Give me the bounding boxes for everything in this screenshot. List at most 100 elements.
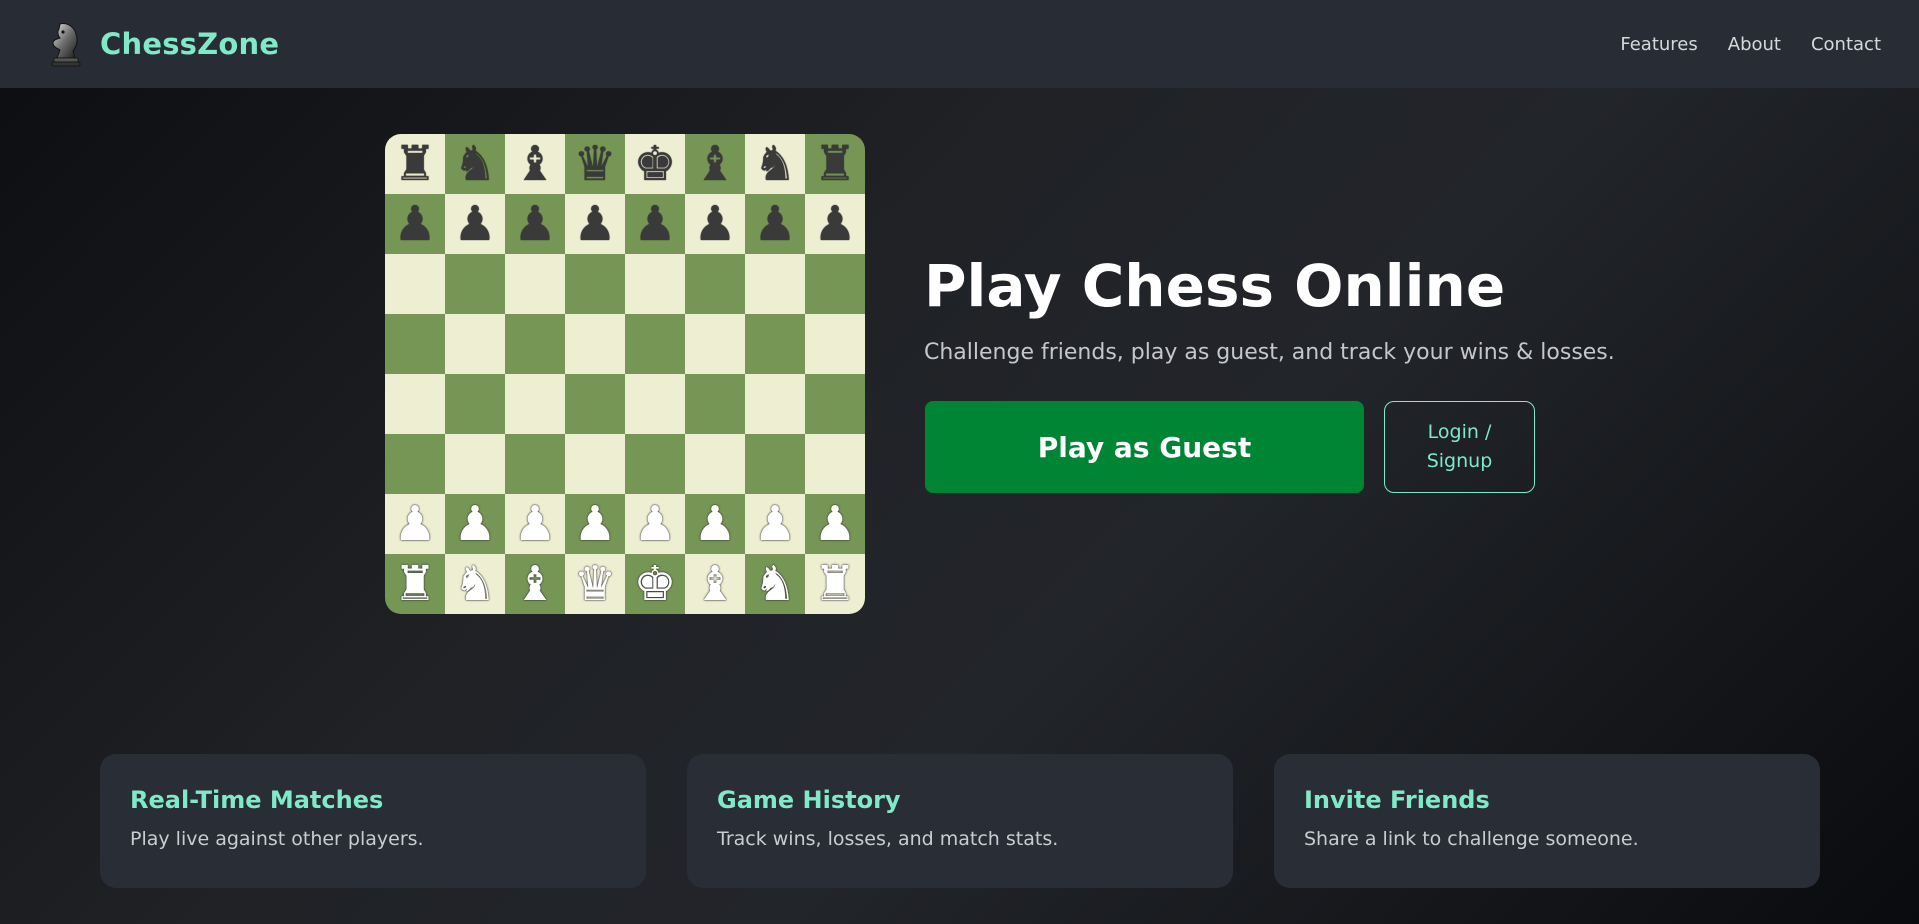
white-pawn-icon[interactable]: ♟	[753, 500, 796, 548]
board-square-a8[interactable]: ♜	[385, 134, 445, 194]
board-square-g3[interactable]	[745, 434, 805, 494]
brand[interactable]: ChessZone	[46, 19, 279, 69]
board-square-f1[interactable]: ♝	[685, 554, 745, 614]
board-square-d2[interactable]: ♟	[565, 494, 625, 554]
board-square-c3[interactable]	[505, 434, 565, 494]
board-square-a1[interactable]: ♜	[385, 554, 445, 614]
board-square-a6[interactable]	[385, 254, 445, 314]
board-square-h8[interactable]: ♜	[805, 134, 865, 194]
board-square-c6[interactable]	[505, 254, 565, 314]
board-square-d1[interactable]: ♛	[565, 554, 625, 614]
board-square-g1[interactable]: ♞	[745, 554, 805, 614]
board-square-b3[interactable]	[445, 434, 505, 494]
white-knight-icon[interactable]: ♞	[453, 560, 496, 608]
board-square-g7[interactable]: ♟	[745, 194, 805, 254]
nav-link-about[interactable]: About	[1728, 34, 1781, 55]
black-queen-icon[interactable]: ♛	[573, 140, 616, 188]
black-king-icon[interactable]: ♚	[633, 140, 676, 188]
board-square-e3[interactable]	[625, 434, 685, 494]
black-knight-icon[interactable]: ♞	[753, 140, 796, 188]
nav-link-contact[interactable]: Contact	[1811, 34, 1881, 55]
white-pawn-icon[interactable]: ♟	[573, 500, 616, 548]
board-square-h3[interactable]	[805, 434, 865, 494]
black-pawn-icon[interactable]: ♟	[393, 200, 436, 248]
board-square-d6[interactable]	[565, 254, 625, 314]
black-pawn-icon[interactable]: ♟	[573, 200, 616, 248]
board-square-e4[interactable]	[625, 374, 685, 434]
board-square-a3[interactable]	[385, 434, 445, 494]
board-square-a2[interactable]: ♟	[385, 494, 445, 554]
black-pawn-icon[interactable]: ♟	[453, 200, 496, 248]
board-square-h7[interactable]: ♟	[805, 194, 865, 254]
board-square-e1[interactable]: ♚	[625, 554, 685, 614]
board-square-b6[interactable]	[445, 254, 505, 314]
white-bishop-icon[interactable]: ♝	[513, 560, 556, 608]
board-square-a7[interactable]: ♟	[385, 194, 445, 254]
board-square-e5[interactable]	[625, 314, 685, 374]
white-pawn-icon[interactable]: ♟	[513, 500, 556, 548]
board-square-g4[interactable]	[745, 374, 805, 434]
black-pawn-icon[interactable]: ♟	[693, 200, 736, 248]
black-pawn-icon[interactable]: ♟	[633, 200, 676, 248]
board-square-b7[interactable]: ♟	[445, 194, 505, 254]
board-square-b5[interactable]	[445, 314, 505, 374]
board-square-g8[interactable]: ♞	[745, 134, 805, 194]
white-rook-icon[interactable]: ♜	[393, 560, 436, 608]
board-square-h6[interactable]	[805, 254, 865, 314]
board-square-g6[interactable]	[745, 254, 805, 314]
white-king-icon[interactable]: ♚	[633, 560, 676, 608]
board-square-f7[interactable]: ♟	[685, 194, 745, 254]
black-rook-icon[interactable]: ♜	[813, 140, 856, 188]
board-square-h2[interactable]: ♟	[805, 494, 865, 554]
white-pawn-icon[interactable]: ♟	[633, 500, 676, 548]
board-square-b1[interactable]: ♞	[445, 554, 505, 614]
board-square-g2[interactable]: ♟	[745, 494, 805, 554]
board-square-d8[interactable]: ♛	[565, 134, 625, 194]
chess-board[interactable]: ♜ ♞ ♝ ♛ ♚ ♝ ♞ ♜ ♟ ♟ ♟ ♟ ♟ ♟ ♟ ♟ ♟ ♟ ♟ ♟ ♟ ♟ ♟ ♟ ♜ ♞ ♝ ♛ ♚ ♝ ♞ ♜	[385, 134, 865, 614]
black-bishop-icon[interactable]: ♝	[693, 140, 736, 188]
login-signup-button[interactable]: Login / Signup	[1384, 401, 1535, 493]
black-knight-icon[interactable]: ♞	[453, 140, 496, 188]
white-knight-icon[interactable]: ♞	[753, 560, 796, 608]
board-square-b8[interactable]: ♞	[445, 134, 505, 194]
white-pawn-icon[interactable]: ♟	[693, 500, 736, 548]
board-square-e2[interactable]: ♟	[625, 494, 685, 554]
play-as-guest-button[interactable]: Play as Guest	[925, 401, 1364, 493]
white-pawn-icon[interactable]: ♟	[813, 500, 856, 548]
board-square-f8[interactable]: ♝	[685, 134, 745, 194]
board-square-h1[interactable]: ♜	[805, 554, 865, 614]
board-square-f6[interactable]	[685, 254, 745, 314]
board-square-e8[interactable]: ♚	[625, 134, 685, 194]
board-square-d5[interactable]	[565, 314, 625, 374]
board-square-f5[interactable]	[685, 314, 745, 374]
board-square-c1[interactable]: ♝	[505, 554, 565, 614]
board-square-b4[interactable]	[445, 374, 505, 434]
board-square-f2[interactable]: ♟	[685, 494, 745, 554]
black-pawn-icon[interactable]: ♟	[753, 200, 796, 248]
black-rook-icon[interactable]: ♜	[393, 140, 436, 188]
black-pawn-icon[interactable]: ♟	[513, 200, 556, 248]
white-rook-icon[interactable]: ♜	[813, 560, 856, 608]
board-square-d7[interactable]: ♟	[565, 194, 625, 254]
board-square-a5[interactable]	[385, 314, 445, 374]
board-square-a4[interactable]	[385, 374, 445, 434]
board-square-c7[interactable]: ♟	[505, 194, 565, 254]
board-square-b2[interactable]: ♟	[445, 494, 505, 554]
black-pawn-icon[interactable]: ♟	[813, 200, 856, 248]
board-square-h5[interactable]	[805, 314, 865, 374]
board-square-e6[interactable]	[625, 254, 685, 314]
board-square-d4[interactable]	[565, 374, 625, 434]
black-bishop-icon[interactable]: ♝	[513, 140, 556, 188]
white-pawn-icon[interactable]: ♟	[393, 500, 436, 548]
board-square-d3[interactable]	[565, 434, 625, 494]
board-square-e7[interactable]: ♟	[625, 194, 685, 254]
board-square-g5[interactable]	[745, 314, 805, 374]
white-bishop-icon[interactable]: ♝	[693, 560, 736, 608]
board-square-f3[interactable]	[685, 434, 745, 494]
board-square-c8[interactable]: ♝	[505, 134, 565, 194]
white-pawn-icon[interactable]: ♟	[453, 500, 496, 548]
white-queen-icon[interactable]: ♛	[573, 560, 616, 608]
board-square-c2[interactable]: ♟	[505, 494, 565, 554]
board-square-c5[interactable]	[505, 314, 565, 374]
board-square-h4[interactable]	[805, 374, 865, 434]
